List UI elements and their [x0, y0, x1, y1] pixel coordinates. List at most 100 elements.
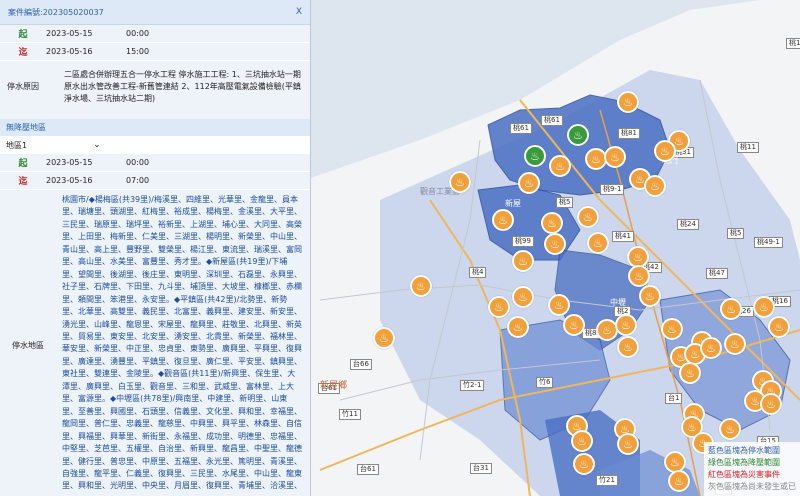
coverage-text: 桃園市/◆楊梅區(共39里)/梅溪里、四維里、光華里、金龍里、員本里、瑞塘里、頭… [62, 195, 302, 494]
water-tap-icon[interactable]: ♨ [492, 209, 514, 231]
water-tap-icon[interactable]: ♨ [573, 453, 595, 475]
end-time: 15:00 [126, 47, 150, 56]
water-tap-icon[interactable]: ♨ [668, 470, 690, 492]
end-row: 迄 2023-05-16 15:00 [0, 43, 310, 61]
close-button[interactable]: X [296, 7, 302, 17]
water-tap-icon[interactable]: ♨ [544, 233, 566, 255]
water-tap-icon[interactable]: ♨ [563, 314, 585, 336]
water-tap-icon[interactable]: ♨ [524, 145, 546, 167]
water-tap-icon[interactable]: ♨ [720, 298, 742, 320]
water-tap-icon[interactable]: ♨ [541, 212, 563, 234]
start-row: 起 2023-05-15 00:00 [0, 25, 310, 43]
road-label: 桃47 [706, 268, 728, 279]
chevron-down-icon[interactable]: ⌄ [93, 140, 101, 150]
water-tap-icon[interactable]: ♨ [617, 91, 639, 113]
water-tap-icon[interactable]: ♨ [488, 296, 510, 318]
map-legend: 藍色區塊為停水範圍 綠色區塊為降壓範圍 紅色區塊為災害事件 灰色區塊為尚未發生或… [704, 442, 800, 496]
road-label: 竹6 [536, 377, 554, 388]
road-label: 竹11 [339, 409, 361, 420]
water-tap-icon[interactable]: ♨ [628, 265, 650, 287]
coverage-label: 停水地區 [12, 340, 44, 350]
start-date: 2023-05-15 [46, 29, 93, 38]
water-tap-icon[interactable]: ♨ [654, 140, 676, 162]
place-label: 新屋 [505, 199, 521, 208]
road-label: 桃9-1 [600, 184, 625, 195]
water-tap-icon[interactable]: ♨ [644, 175, 666, 197]
water-tap-icon[interactable]: ♨ [587, 232, 609, 254]
app: 桃61 桃61 桃81 桃31 桃11 桃11 桃9-1 桃41 桃5 桃24 … [0, 0, 800, 496]
water-tap-icon[interactable]: ♨ [577, 206, 599, 228]
water-tap-icon[interactable]: ♨ [724, 333, 746, 355]
coverage-row: 停水地區 桃園市/◆楊梅區(共39里)/梅溪里、四維里、光華里、金龍里、員本里、… [0, 190, 310, 496]
road-label: 竹21 [596, 475, 618, 486]
water-tap-icon[interactable]: ♨ [571, 430, 593, 452]
water-tap-icon[interactable]: ♨ [617, 336, 639, 358]
road-label: 桃81 [618, 128, 640, 139]
water-tap-icon[interactable]: ♨ [512, 286, 534, 308]
area-start-time: 00:00 [126, 158, 150, 167]
water-tap-icon[interactable]: ♨ [604, 146, 626, 168]
road-label: 竹2-1 [460, 380, 485, 391]
place-label: 中壢 [610, 298, 626, 307]
case-number: 案件編號:202305020037 [8, 7, 104, 17]
water-tap-icon[interactable]: ♨ [617, 433, 639, 455]
no-pressure-section: 無降壓地區 [0, 119, 310, 136]
water-tap-icon[interactable]: ♨ [679, 362, 701, 384]
legend-red: 紅色區塊為災害事件 [708, 470, 780, 479]
area-selector[interactable]: 地區1 ⌄ [0, 136, 310, 154]
water-tap-icon[interactable]: ♨ [639, 285, 661, 307]
start-time: 00:00 [126, 29, 150, 38]
water-tap-icon[interactable]: ♨ [518, 172, 540, 194]
road-label: 桃24 [677, 219, 699, 230]
reason-text: 二區處合併辦理五合一停水工程 停水施工工程: 1、三坑抽水站一期原水出水管改善工… [64, 70, 301, 103]
reason-label: 停水原因 [7, 82, 39, 91]
water-tap-icon[interactable]: ♨ [449, 171, 471, 193]
water-tap-icon[interactable]: ♨ [373, 327, 395, 349]
road-label: 桃11 [737, 142, 759, 153]
place-label: 新屋鄉 [320, 381, 348, 391]
road-label: 桃5 [556, 197, 574, 208]
water-tap-icon[interactable]: ♨ [548, 294, 570, 316]
water-tap-icon[interactable]: ♨ [719, 418, 741, 440]
road-label: 桃61 [541, 115, 563, 126]
end-label: 迄 [18, 177, 28, 187]
end-date: 2023-05-16 [46, 47, 93, 56]
water-tap-icon[interactable]: ♨ [760, 393, 782, 415]
road-label: 台1 [665, 393, 683, 404]
road-label: 桃11 [786, 38, 800, 49]
start-label: 起 [18, 159, 28, 169]
water-tap-icon[interactable]: ♨ [700, 337, 722, 359]
area-end-date: 2023-05-16 [46, 176, 93, 185]
road-label: 桃49-1 [754, 237, 783, 248]
road-label: 桃41 [612, 231, 634, 242]
panel-header: 案件編號:202305020037 X [0, 0, 310, 25]
road-label: 桃4 [469, 267, 487, 278]
area-label: 地區1 [6, 140, 28, 150]
area-start-row: 起 2023-05-15 00:00 [0, 154, 310, 172]
water-tap-icon[interactable]: ♨ [615, 314, 637, 336]
end-label: 迄 [18, 48, 28, 58]
road-label: 桃61 [510, 123, 532, 134]
water-tap-icon[interactable]: ♨ [549, 155, 571, 177]
water-tap-icon[interactable]: ♨ [753, 296, 775, 318]
road-label: 台31 [470, 463, 492, 474]
road-label: 台66 [350, 359, 372, 370]
water-tap-icon[interactable]: ♨ [507, 316, 529, 338]
info-panel: 案件編號:202305020037 X 起 2023-05-15 00:00 迄… [0, 0, 311, 496]
water-tap-icon[interactable]: ♨ [512, 250, 534, 272]
road-label: 台61 [357, 464, 379, 475]
area-start-date: 2023-05-15 [46, 158, 93, 167]
road-label: 桃99 [512, 236, 534, 247]
legend-gray: 灰色區塊為尚未發生或已 [708, 482, 796, 491]
road-label: 桃5 [727, 228, 745, 239]
area-end-time: 07:00 [126, 176, 150, 185]
start-label: 起 [18, 30, 28, 40]
water-tap-icon[interactable]: ♨ [661, 318, 683, 340]
water-tap-icon[interactable]: ♨ [410, 275, 432, 297]
water-tap-icon[interactable]: ♨ [768, 316, 790, 338]
reason-row: 停水原因 二區處合併辦理五合一停水工程 停水施工工程: 1、三坑抽水站一期原水出… [0, 61, 310, 119]
area-end-row: 迄 2023-05-16 07:00 [0, 172, 310, 190]
water-tap-icon[interactable]: ♨ [567, 124, 589, 146]
legend-green: 綠色區塊為降壓範圍 [708, 458, 780, 467]
legend-blue: 藍色區塊為停水範圍 [708, 446, 780, 455]
